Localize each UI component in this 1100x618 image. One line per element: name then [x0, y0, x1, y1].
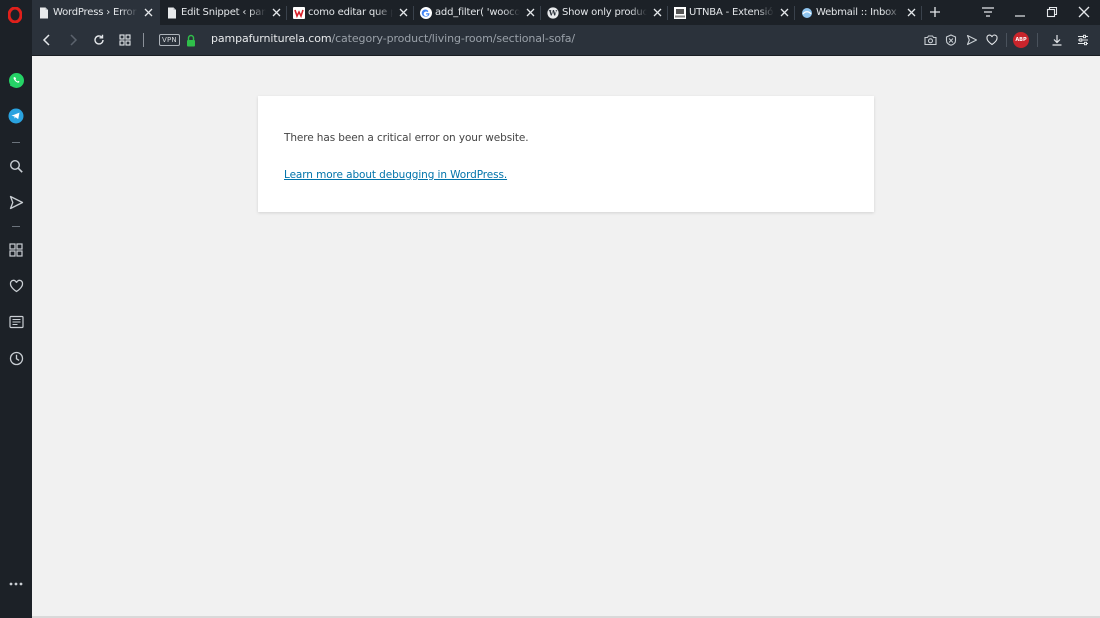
history-icon[interactable]: [5, 347, 27, 369]
heart-icon[interactable]: [5, 275, 27, 297]
easy-setup-icon[interactable]: [1074, 31, 1092, 49]
send-icon[interactable]: [5, 191, 27, 213]
tab-title: add_filter( 'woocom: [435, 7, 520, 18]
close-tab-icon[interactable]: [778, 7, 790, 19]
tab-divider: [794, 6, 795, 20]
download-icon[interactable]: [1048, 31, 1066, 49]
tab-divider: [540, 6, 541, 20]
back-icon[interactable]: [38, 31, 56, 49]
news-icon[interactable]: [5, 311, 27, 333]
close-tab-icon[interactable]: [524, 7, 536, 19]
page-icon: [38, 7, 50, 19]
adblock-plus-icon[interactable]: ABP: [1013, 32, 1029, 48]
heart-icon[interactable]: [983, 31, 1001, 49]
address-bar: VPN pampafurniturela.com/category-produc…: [32, 25, 1100, 56]
sidebar-divider: [12, 142, 20, 143]
reload-icon[interactable]: [90, 31, 108, 49]
tab-add-filter[interactable]: add_filter( 'woocom: [414, 0, 542, 25]
whatsapp-icon[interactable]: [5, 69, 27, 91]
tab-title: Edit Snippet ‹ pamp: [181, 7, 266, 18]
send-icon[interactable]: [963, 31, 981, 49]
close-tab-icon[interactable]: [651, 7, 663, 19]
close-tab-icon[interactable]: [270, 7, 282, 19]
close-tab-icon[interactable]: [397, 7, 409, 19]
page-icon: [166, 7, 178, 19]
tab-edit-snippet[interactable]: Edit Snippet ‹ pamp: [160, 0, 288, 25]
close-tab-icon[interactable]: [905, 7, 917, 19]
browser-window: WordPress › Error Edit Snippet ‹ pamp co…: [0, 0, 1100, 618]
tab-bar: WordPress › Error Edit Snippet ‹ pamp co…: [0, 0, 1100, 25]
page-content: There has been a critical error on your …: [32, 56, 1100, 618]
close-tab-icon[interactable]: [142, 7, 154, 19]
search-icon[interactable]: [5, 155, 27, 177]
tab-webmail[interactable]: Webmail :: Inbox :: /: [795, 0, 923, 25]
tab-title: WordPress › Error: [53, 7, 137, 18]
tab-utnba[interactable]: UTNBA - Extensión: [668, 0, 796, 25]
wallapop-icon: [293, 6, 305, 19]
minimize-icon[interactable]: [1009, 3, 1031, 21]
tab-title: UTNBA - Extensión: [689, 7, 774, 18]
url-host: pampafurniturela.com: [211, 32, 332, 45]
forward-icon[interactable]: [64, 31, 82, 49]
wordpress-icon: W: [547, 6, 559, 19]
url-path: /category-product/living-room/sectional-…: [331, 32, 576, 45]
tracker-blocker-icon[interactable]: [942, 31, 960, 49]
tab-divider: [667, 6, 668, 20]
error-box: There has been a critical error on your …: [258, 96, 874, 212]
tab-divider: [921, 6, 922, 20]
tab-menu-icon[interactable]: [977, 3, 999, 21]
more-icon[interactable]: [5, 573, 27, 595]
google-icon: [420, 6, 432, 19]
toolbar-divider: [1006, 33, 1007, 47]
sidebar-divider: [12, 226, 20, 227]
tabs-overview-icon[interactable]: [116, 31, 134, 49]
tab-como-editar[interactable]: como editar que pr: [287, 0, 415, 25]
new-tab-icon[interactable]: [926, 3, 944, 21]
tab-wordpress-error[interactable]: WordPress › Error: [32, 0, 160, 25]
utnba-icon: [674, 6, 686, 19]
debugging-link[interactable]: Learn more about debugging in WordPress.: [284, 169, 507, 181]
camera-icon[interactable]: [921, 31, 939, 49]
error-message: There has been a critical error on your …: [284, 132, 529, 144]
telegram-icon[interactable]: [5, 105, 27, 127]
tab-title: como editar que pr: [308, 7, 393, 18]
vpn-badge[interactable]: VPN: [159, 34, 180, 46]
tab-title: Webmail :: Inbox :: /: [816, 7, 901, 18]
lock-icon[interactable]: [185, 33, 197, 47]
toolbar-divider: [1037, 33, 1038, 47]
close-window-icon[interactable]: [1073, 3, 1095, 21]
webmail-icon: [801, 7, 813, 19]
svg-text:W: W: [548, 8, 558, 17]
tab-title: Show only product: [562, 7, 647, 18]
tab-divider: [286, 6, 287, 20]
sidebar: [0, 25, 32, 618]
address-divider: [143, 33, 144, 47]
opera-logo-icon[interactable]: [4, 5, 26, 25]
tab-divider: [413, 6, 414, 20]
tab-show-only-product[interactable]: W Show only product: [541, 0, 669, 25]
url-field[interactable]: pampafurniturela.com/category-product/li…: [211, 32, 575, 45]
restore-icon[interactable]: [1041, 3, 1063, 21]
speed-dial-icon[interactable]: [5, 239, 27, 261]
